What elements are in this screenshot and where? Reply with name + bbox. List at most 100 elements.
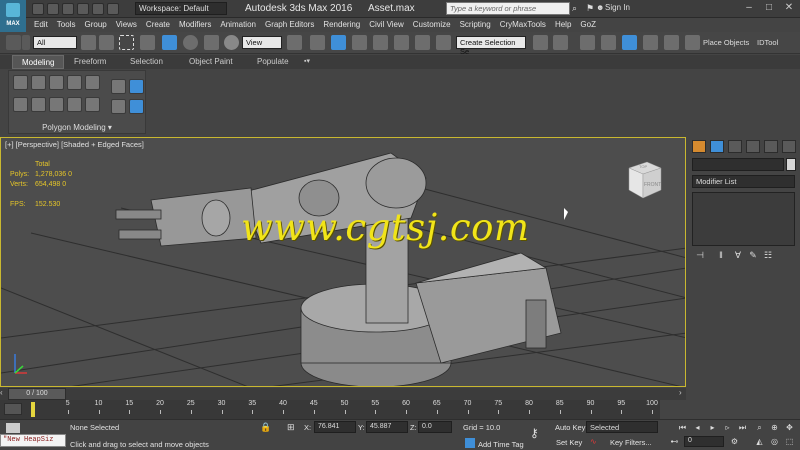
motion-tab-icon[interactable] — [746, 140, 760, 153]
align-icon[interactable] — [553, 35, 568, 50]
current-frame-field[interactable]: 0 — [684, 436, 724, 447]
toggle-ribbon-icon[interactable] — [601, 35, 616, 50]
set-key-button[interactable]: Set Key — [556, 438, 582, 447]
menu-group[interactable]: Group — [84, 20, 106, 29]
show-end-result-icon[interactable]: ‖ — [715, 250, 727, 262]
maximize-button[interactable]: □ — [760, 1, 778, 15]
pivot-icon[interactable] — [287, 35, 302, 50]
ribbon-tool-8-icon[interactable] — [111, 99, 126, 114]
utilities-tab-icon[interactable] — [782, 140, 796, 153]
menu-scripting[interactable]: Scripting — [460, 20, 491, 29]
zoom-icon[interactable]: ⌕ — [753, 422, 766, 433]
time-slider-track[interactable] — [0, 388, 686, 400]
sign-in-link[interactable]: Sign In — [605, 3, 630, 12]
object-name-field[interactable] — [692, 158, 784, 171]
ribbon-tool-3-icon[interactable] — [49, 97, 64, 112]
time-slider-thumb[interactable]: 0 / 100 — [8, 388, 66, 400]
place-objects-button[interactable]: Place Objects — [703, 38, 749, 47]
ribbon-options-icon[interactable]: ▪▾ — [304, 57, 310, 65]
menu-goz[interactable]: GoZ — [580, 20, 596, 29]
menu-tools[interactable]: Tools — [57, 20, 76, 29]
ribbon-tool-5-icon[interactable] — [85, 97, 100, 112]
tab-object-paint[interactable]: Object Paint — [189, 57, 233, 66]
rotate-icon[interactable] — [183, 35, 198, 50]
render-setup-icon[interactable] — [685, 35, 700, 50]
polygon-modeling-label[interactable]: Polygon Modeling ▾ — [8, 123, 146, 132]
element-mode-icon[interactable] — [85, 75, 100, 90]
app-logo-button[interactable]: MAX — [0, 0, 26, 32]
object-color-swatch[interactable] — [786, 158, 796, 171]
window-crossing-icon[interactable] — [140, 35, 155, 50]
named-selection-dropdown[interactable]: Create Selection Se — [456, 36, 526, 56]
lock-selection-icon[interactable]: 🔒 — [260, 422, 271, 433]
play-icon[interactable]: ▸ — [706, 422, 719, 433]
modifier-list-dropdown[interactable]: Modifier List — [692, 175, 795, 188]
orbit-icon[interactable]: ◎ — [768, 436, 781, 447]
mini-curve-editor-icon[interactable] — [4, 403, 22, 415]
modifier-stack[interactable] — [692, 192, 795, 246]
menu-rendering[interactable]: Rendering — [323, 20, 360, 29]
trackbar[interactable]: 5 10 15 20 25 30 35 40 45 50 55 60 65 70 75 80 85 90 95 100 — [0, 400, 660, 419]
tab-modeling[interactable]: Modeling — [12, 55, 64, 69]
z-coordinate-field[interactable]: 0.0 — [418, 421, 452, 433]
tab-freeform[interactable]: Freeform — [74, 57, 106, 66]
zoom-all-icon[interactable]: ⊕ — [768, 422, 781, 433]
ribbon-tool-9-icon[interactable] — [129, 99, 144, 114]
menu-help[interactable]: Help — [555, 20, 571, 29]
menu-customize[interactable]: Customize — [413, 20, 451, 29]
material-editor-icon[interactable] — [664, 35, 679, 50]
menu-modifiers[interactable]: Modifiers — [179, 20, 211, 29]
redo-icon[interactable] — [92, 3, 104, 15]
undo-icon[interactable] — [6, 35, 21, 50]
menu-animation[interactable]: Animation — [220, 20, 256, 29]
field-of-view-icon[interactable]: ◭ — [753, 436, 766, 447]
percent-snap-icon[interactable] — [394, 35, 409, 50]
place-icon[interactable] — [224, 35, 239, 50]
set-key-icon[interactable]: ⚷ — [530, 426, 539, 440]
ribbon-tool-1-icon[interactable] — [13, 97, 28, 112]
x-coordinate-field[interactable]: 76.841 — [314, 421, 356, 433]
tab-selection[interactable]: Selection — [130, 57, 163, 66]
make-unique-icon[interactable]: ∀ — [732, 250, 744, 262]
move-icon[interactable] — [162, 35, 177, 50]
pan-icon[interactable]: ✥ — [783, 422, 796, 433]
keyboard-shortcut-icon[interactable] — [331, 35, 346, 50]
ribbon-tool-6-icon[interactable] — [111, 79, 126, 94]
idtool-button[interactable]: IDTool — [757, 38, 778, 47]
remove-modifier-icon[interactable]: ✎ — [747, 250, 759, 262]
ribbon-tool-2-icon[interactable] — [31, 97, 46, 112]
maxscript-mini-listener[interactable]: "New HeapSiz — [0, 434, 66, 447]
save-file-icon[interactable] — [62, 3, 74, 15]
layer-explorer-icon[interactable] — [580, 35, 595, 50]
undo-icon[interactable] — [77, 3, 89, 15]
menu-civil-view[interactable]: Civil View — [369, 20, 404, 29]
go-to-end-icon[interactable]: ⏭ — [736, 422, 749, 433]
edit-named-selection-icon[interactable] — [436, 35, 451, 50]
time-next-icon[interactable]: › — [679, 388, 687, 400]
redo-icon[interactable] — [22, 35, 30, 50]
tab-populate[interactable]: Populate — [257, 57, 289, 66]
new-file-icon[interactable] — [32, 3, 44, 15]
configure-sets-icon[interactable]: ☷ — [762, 250, 774, 262]
border-mode-icon[interactable] — [49, 75, 64, 90]
ribbon-tool-7-icon[interactable] — [129, 79, 144, 94]
curve-editor-icon[interactable] — [622, 35, 637, 50]
minimize-button[interactable]: – — [740, 1, 758, 15]
menu-create[interactable]: Create — [146, 20, 170, 29]
open-file-icon[interactable] — [47, 3, 59, 15]
maximize-viewport-icon[interactable]: ⬚ — [783, 436, 796, 447]
go-to-start-icon[interactable]: ⏮ — [676, 422, 689, 433]
add-time-tag-button[interactable]: Add Time Tag — [478, 440, 524, 449]
default-tangents-icon[interactable]: ∿ — [590, 437, 604, 447]
manipulate-icon[interactable] — [310, 35, 325, 50]
close-button[interactable]: ✕ — [780, 1, 798, 15]
menu-graph-editors[interactable]: Graph Editors — [265, 20, 314, 29]
viewport-label[interactable]: [+] [Perspective] [Shaded + Edged Faces] — [5, 140, 144, 149]
scale-icon[interactable] — [204, 35, 219, 50]
current-frame-marker[interactable] — [31, 402, 35, 417]
ribbon-tool-4-icon[interactable] — [67, 97, 82, 112]
search-input[interactable]: Type a keyword or phrase — [446, 2, 570, 15]
project-folder-icon[interactable] — [107, 3, 119, 15]
select-object-icon[interactable] — [81, 35, 96, 50]
pin-stack-icon[interactable]: ⊣ — [694, 250, 706, 262]
